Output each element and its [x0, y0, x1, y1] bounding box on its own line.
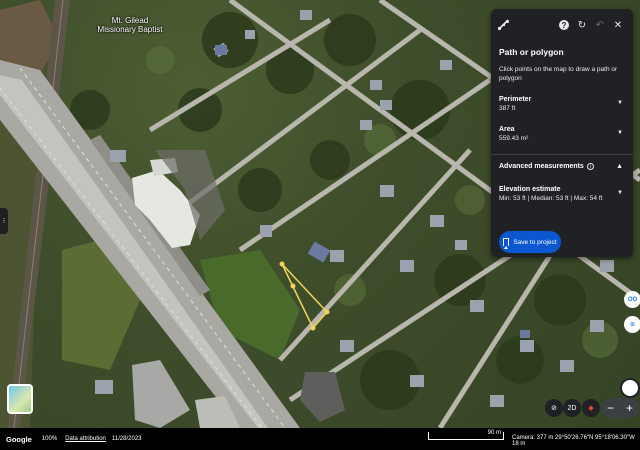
help-icon: ? [559, 20, 569, 30]
ruler-icon [497, 19, 510, 31]
zoom-controls: − + [601, 398, 639, 418]
refresh-button[interactable]: ↻ [573, 16, 591, 34]
pegman-button[interactable]: OO [624, 291, 640, 308]
panel-subtitle: Click points on the map to draw a path o… [499, 66, 618, 82]
area-unit-dropdown-icon[interactable]: ▼ [617, 130, 623, 136]
advanced-measurements-label: Advanced measurements [499, 163, 584, 170]
elevation-label: Elevation estimate [499, 186, 561, 193]
tilt-toggle-button[interactable]: ⊘ [545, 399, 563, 417]
my-location-icon: ⊙ [629, 322, 636, 328]
advanced-measurements-toggle[interactable]: Advanced measurements i ▲ [499, 163, 625, 170]
church-place-label[interactable]: Mt. Gilead Missionary Baptist [90, 16, 170, 34]
bookmark-icon [503, 238, 510, 249]
zoom-level: 100% [41, 436, 58, 442]
tilt-icon: ⊘ [551, 405, 557, 412]
help-button[interactable]: ? [555, 16, 573, 34]
scale-label: 90 m [487, 430, 501, 436]
info-icon[interactable]: i [586, 163, 594, 170]
view-2d-label: 2D [567, 404, 577, 412]
perimeter-label: Perimeter [499, 96, 532, 103]
imagery-date: 11/28/2023 [111, 436, 142, 442]
perimeter-value: 387 ft [499, 105, 516, 112]
view-2d-button[interactable]: 2D [563, 399, 581, 417]
undo-icon: ↶ [595, 19, 605, 31]
navigation-compass[interactable] [620, 378, 640, 398]
area-value: 559.43 m² [499, 135, 529, 142]
street-view-icon: OO [627, 296, 638, 303]
google-logo: Google [6, 434, 32, 444]
compass-north-button[interactable]: ◆ [582, 399, 600, 417]
save-to-project-button[interactable]: Save to project [499, 231, 561, 253]
close-icon: ✕ [613, 19, 623, 31]
elevation-value: Min: 53 ft | Median: 53 ft | Max: 54 ft [499, 195, 603, 202]
refresh-icon: ↻ [577, 19, 587, 31]
area-label: Area [499, 126, 515, 133]
perimeter-row[interactable]: Perimeter 387 ft ▼ [499, 96, 625, 112]
area-row[interactable]: Area 559.43 m² ▼ [499, 126, 625, 142]
location-button[interactable]: ⊙ [624, 316, 640, 333]
chevron-up-icon: ▲ [616, 163, 623, 170]
panel-divider [491, 154, 633, 155]
save-to-project-label: Save to project [513, 238, 557, 246]
camera-info: Camera: 377 m 29°50'26.76"N 95°18'06.30"… [512, 435, 635, 447]
data-attribution-link[interactable]: Data attribution [65, 436, 106, 442]
map-layers-button[interactable] [7, 384, 33, 414]
elevation-dropdown-icon[interactable]: ▼ [617, 190, 623, 196]
scale-bar[interactable]: 90 m [428, 430, 504, 440]
side-panel-toggle[interactable]: ⁝ [0, 208, 8, 234]
undo-button[interactable]: ↶ [591, 16, 609, 34]
north-arrow-icon: ◆ [588, 405, 594, 412]
close-button[interactable]: ✕ [609, 16, 627, 34]
perimeter-unit-dropdown-icon[interactable]: ▼ [617, 100, 623, 106]
status-bar: Google 100% Data attribution 11/28/2023 … [0, 428, 640, 450]
panel-toolbar: ? ↻ ↶ ✕ [491, 9, 633, 41]
elevation-row[interactable]: Elevation estimate Min: 53 ft | Median: … [499, 186, 625, 202]
zoom-in-button[interactable]: + [620, 398, 639, 418]
panel-title: Path or polygon [499, 47, 564, 57]
zoom-out-button[interactable]: − [601, 398, 620, 418]
measurement-panel: ? ↻ ↶ ✕ Path or polygon Click points on … [491, 9, 633, 257]
